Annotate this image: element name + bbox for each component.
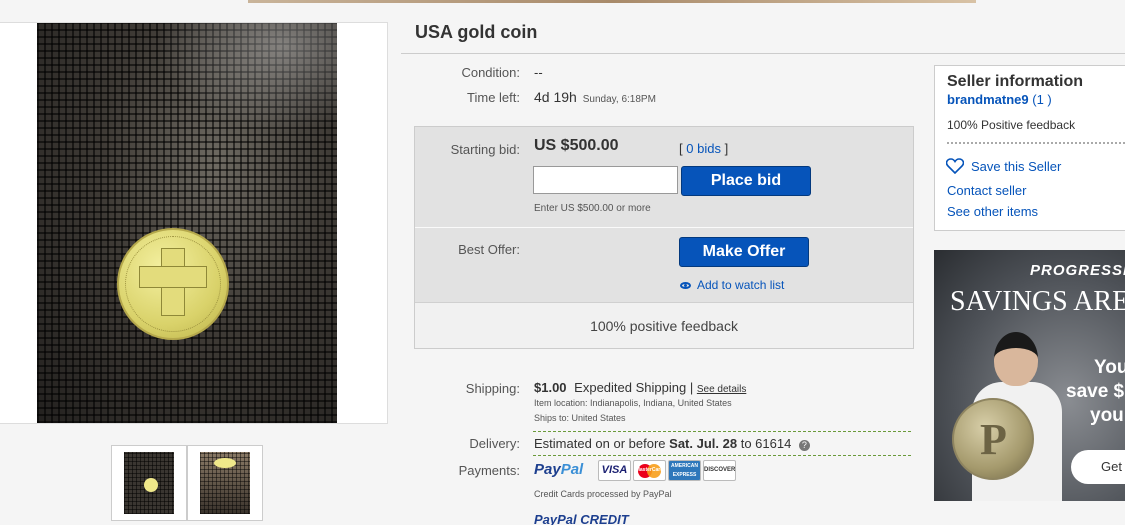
time-left-value: 4d 19h Sunday, 6:18PM: [534, 89, 656, 105]
ad-headline: SAVINGS ARE: [950, 286, 1125, 317]
visa-icon: VISA: [598, 460, 631, 481]
listing-title: USA gold coin: [415, 22, 538, 42]
ad-coin-logo: P: [952, 398, 1034, 480]
thumbnail-1[interactable]: [111, 445, 187, 521]
bids-count: [ 0 bids ]: [679, 141, 729, 156]
delivery-label: Delivery:: [469, 436, 520, 451]
bid-box: [414, 126, 914, 349]
credit-card-note: Credit Cards processed by PayPal: [534, 489, 672, 499]
top-banner-strip: [248, 0, 976, 3]
gold-coin-image: [117, 228, 229, 340]
time-left-label: Time left:: [467, 90, 520, 105]
help-icon[interactable]: ?: [798, 440, 810, 451]
seller-heading: Seller information: [947, 73, 1084, 90]
ad-cta-button[interactable]: Get: [1071, 450, 1125, 484]
best-offer-label: Best Offer:: [458, 242, 520, 257]
see-other-items-link[interactable]: See other items: [947, 204, 1038, 219]
positive-feedback-note: 100% positive feedback: [590, 318, 738, 334]
eye-icon: [680, 282, 691, 290]
shipping-cost: $1.00: [534, 380, 567, 395]
seller-positive-feedback: 100% Positive feedback: [947, 118, 1076, 132]
ships-to: Ships to: United States: [534, 413, 626, 423]
item-location: Item location: Indianapolis, Indiana, Un…: [534, 398, 732, 408]
see-details-link[interactable]: See details: [697, 384, 746, 395]
discover-icon: DISCOVER: [703, 460, 736, 481]
ad-brand: PROGRESSIVE: [1030, 262, 1125, 279]
thumbnail-2[interactable]: [187, 445, 263, 521]
photo-image: [37, 23, 337, 423]
condition-value: --: [534, 65, 543, 80]
end-time: Sunday, 6:18PM: [582, 94, 656, 105]
add-to-watch-list-link[interactable]: Add to watch list: [680, 278, 784, 292]
save-this-seller-link[interactable]: Save this Seller: [971, 159, 1061, 174]
make-offer-button[interactable]: Make Offer: [679, 237, 809, 267]
paypal-credit-logo: PayPal CREDIT: [534, 512, 629, 525]
mastercard-icon: MasterCard: [633, 460, 666, 481]
delivery-date: Sat. Jul. 28: [669, 436, 738, 451]
bids-link[interactable]: 0 bids: [686, 141, 721, 156]
shipping-method: Expedited Shipping: [574, 380, 687, 395]
bid-hint: Enter US $500.00 or more: [534, 203, 651, 214]
paypal-logo: PayPal: [534, 461, 584, 478]
starting-bid-label: Starting bid:: [450, 142, 520, 157]
bid-amount-input[interactable]: [533, 166, 678, 194]
seller-score-link[interactable]: (1 ): [1032, 92, 1052, 107]
delivery-estimate: Estimated on or before Sat. Jul. 28 to 6…: [534, 436, 810, 451]
ad-body: You save $ you: [1066, 357, 1125, 426]
progressive-ad[interactable]: PROGRESSIVE SAVINGS ARE You save $ you P…: [934, 250, 1125, 501]
amex-icon: AMERICAN EXPRESS: [668, 460, 701, 481]
main-product-photo[interactable]: [0, 22, 388, 424]
seller-name-line: brandmatne9 (1 ): [947, 92, 1052, 107]
payments-label: Payments:: [458, 463, 520, 478]
shipping-label: Shipping:: [465, 381, 520, 396]
heart-icon[interactable]: [946, 158, 964, 174]
shipping-line: $1.00 Expedited Shipping | See details: [534, 380, 747, 395]
condition-label: Condition:: [461, 65, 520, 80]
contact-seller-link[interactable]: Contact seller: [947, 183, 1026, 198]
title-divider: [401, 53, 1125, 54]
starting-price: US $500.00: [534, 137, 619, 154]
seller-name-link[interactable]: brandmatne9: [947, 92, 1029, 107]
place-bid-button[interactable]: Place bid: [681, 166, 811, 196]
ad-person: [994, 332, 1038, 386]
